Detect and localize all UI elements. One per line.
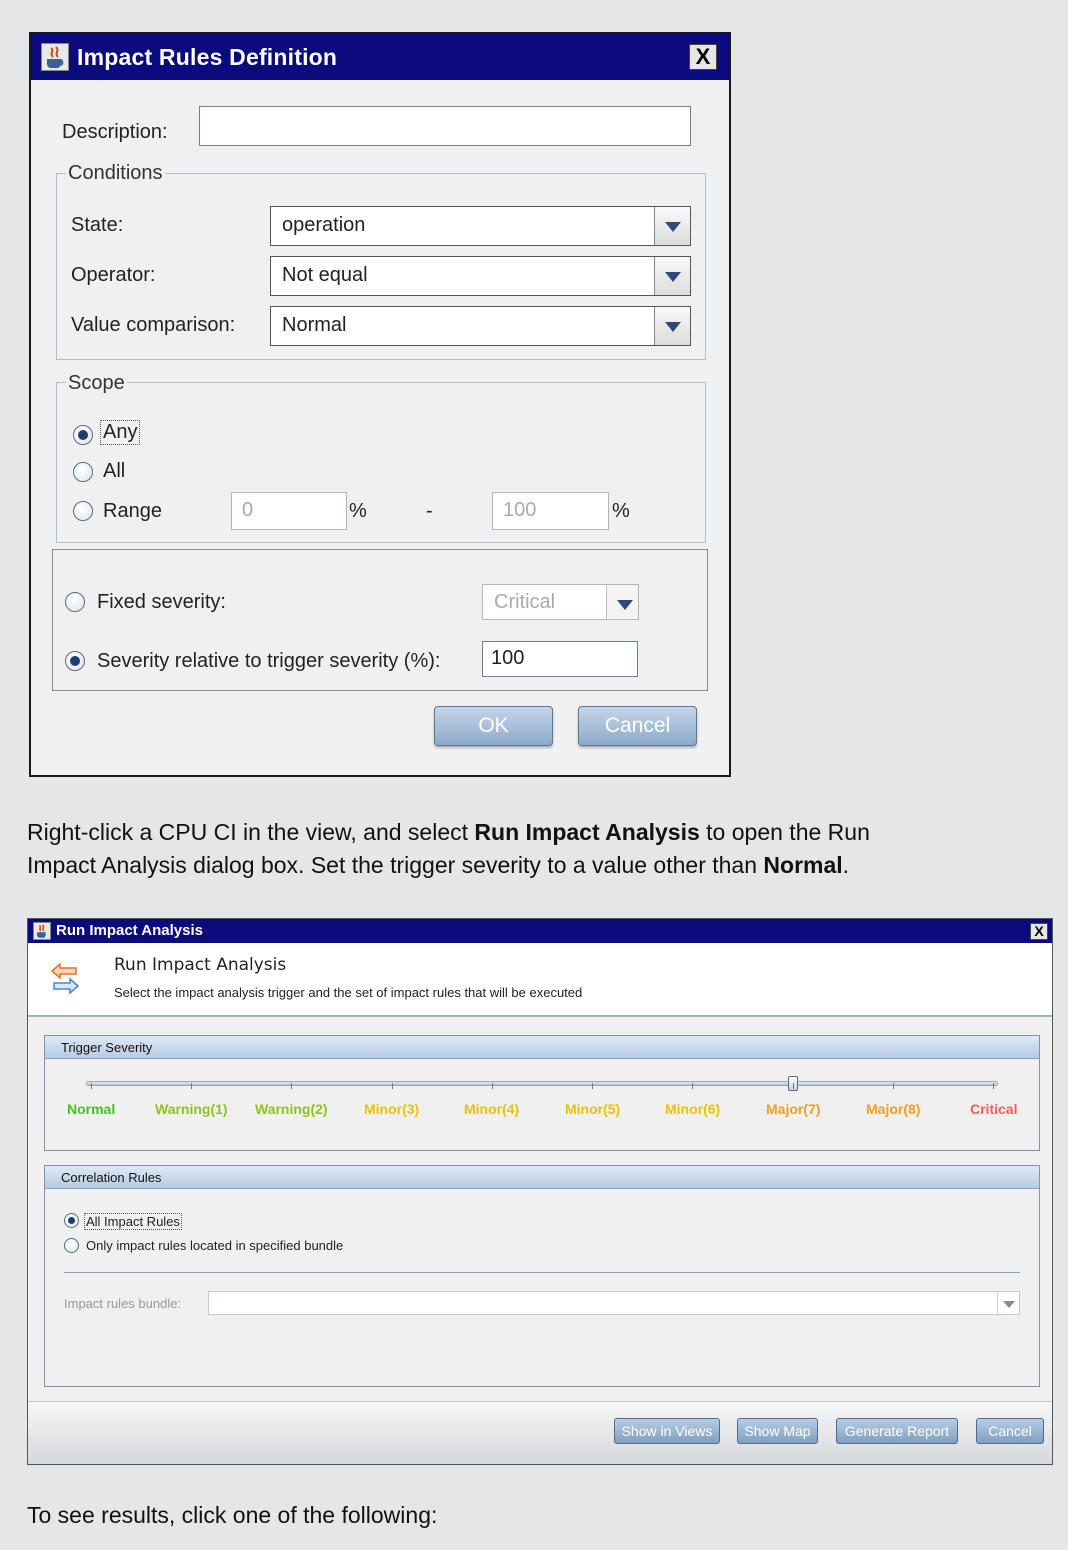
scope-any-label[interactable]: Any (100, 420, 141, 445)
impact-analysis-icon (50, 962, 80, 995)
severity-tick (191, 1083, 193, 1089)
range-from-input[interactable]: 0 (231, 492, 347, 530)
severity-label-minor4[interactable]: Minor(4) (464, 1101, 519, 1117)
ok-button[interactable]: OK (434, 706, 553, 746)
chevron-down-icon[interactable] (606, 585, 638, 619)
fixed-severity-value: Critical (494, 591, 556, 613)
dialog-header: Run Impact Analysis Select the impact an… (28, 943, 1052, 1017)
close-icon[interactable]: X (1030, 923, 1048, 940)
instruction-bold-value: Normal (763, 852, 843, 878)
range-from-percent: % (349, 500, 367, 522)
fixed-severity-radio[interactable] (65, 592, 85, 612)
conditions-legend: Conditions (66, 162, 165, 185)
severity-label-minor6[interactable]: Minor(6) (665, 1101, 720, 1117)
correlation-rules-heading-text: Correlation Rules (61, 1170, 162, 1185)
severity-tick (993, 1083, 994, 1089)
chevron-down-icon[interactable] (654, 207, 690, 245)
instruction-text: to open the Run (699, 819, 870, 845)
severity-label-major7[interactable]: Major(7) (766, 1101, 820, 1117)
scope-range-label[interactable]: Range (103, 500, 162, 523)
all-impact-rules-radio[interactable] (64, 1213, 79, 1228)
description-label: Description: (62, 121, 168, 143)
bundle-rules-radio[interactable] (64, 1238, 79, 1253)
severity-tick (291, 1083, 293, 1089)
state-value: operation (282, 214, 366, 236)
close-icon[interactable]: X (689, 44, 717, 70)
bundle-rules-label[interactable]: Only impact rules located in specified b… (86, 1238, 343, 1253)
instruction-bold-action: Run Impact Analysis (474, 819, 700, 845)
divider (64, 1272, 1020, 1273)
trigger-severity-panel: Trigger Severity (44, 1035, 1040, 1151)
scope-all-radio[interactable] (73, 462, 93, 482)
severity-label-minor3[interactable]: Minor(3) (364, 1101, 419, 1117)
chevron-down-glyph (1003, 1301, 1015, 1308)
severity-tick (692, 1083, 694, 1089)
scope-all-label[interactable]: All (103, 460, 125, 483)
severity-label-warning1[interactable]: Warning(1) (155, 1101, 228, 1117)
value-comparison-value: Normal (282, 314, 347, 336)
severity-tick (792, 1083, 794, 1089)
instruction-paragraph: Right-click a CPU CI in the view, and se… (27, 816, 1037, 882)
cancel-button[interactable]: Cancel (976, 1418, 1044, 1444)
range-to-input[interactable]: 100 (492, 492, 609, 530)
dialog-title: Run Impact Analysis (56, 922, 203, 939)
dialog-title: Impact Rules Definition (77, 44, 338, 70)
severity-tick (91, 1083, 92, 1089)
generate-report-button[interactable]: Generate Report (836, 1418, 958, 1444)
relative-severity-input[interactable]: 100 (482, 641, 638, 677)
instruction-text: . (842, 852, 850, 878)
value-comparison-label: Value comparison: (71, 314, 236, 336)
trigger-severity-heading: Trigger Severity (45, 1036, 1039, 1059)
severity-tick (491, 1083, 493, 1089)
value-comparison-dropdown[interactable]: Normal (270, 306, 691, 346)
header-subtitle: Select the impact analysis trigger and t… (114, 985, 583, 1000)
scope-legend: Scope (66, 372, 127, 395)
java-icon (33, 922, 51, 940)
operator-value: Not equal (282, 264, 368, 286)
cancel-button[interactable]: Cancel (578, 706, 697, 746)
description-input[interactable] (199, 106, 691, 146)
operator-dropdown[interactable]: Not equal (270, 256, 691, 296)
correlation-rules-heading: Correlation Rules (45, 1166, 1039, 1189)
show-in-views-button[interactable]: Show in Views (614, 1418, 720, 1444)
relative-severity-label[interactable]: Severity relative to trigger severity (%… (97, 650, 440, 673)
severity-label-major8[interactable]: Major(8) (866, 1101, 920, 1117)
header-title: Run Impact Analysis (114, 955, 287, 975)
severity-label-normal[interactable]: Normal (67, 1101, 115, 1117)
trigger-severity-heading-text: Trigger Severity (61, 1040, 153, 1055)
severity-label-critical[interactable]: Critical (970, 1101, 1017, 1117)
show-map-button[interactable]: Show Map (737, 1418, 818, 1444)
java-icon (41, 43, 69, 71)
instruction-text: Impact Analysis dialog box. Set the trig… (27, 852, 764, 878)
relative-severity-radio[interactable] (65, 651, 85, 671)
chevron-down-icon[interactable] (654, 307, 690, 345)
severity-tick (592, 1083, 594, 1089)
results-paragraph: To see results, click one of the followi… (27, 1502, 438, 1528)
operator-label: Operator: (71, 264, 156, 286)
severity-slider-track[interactable] (86, 1081, 998, 1086)
bundle-label: Impact rules bundle: (64, 1296, 182, 1311)
scope-any-radio[interactable] (73, 425, 93, 445)
severity-label-warning2[interactable]: Warning(2) (255, 1101, 328, 1117)
fixed-severity-dropdown[interactable]: Critical (482, 584, 639, 620)
severity-label-minor5[interactable]: Minor(5) (565, 1101, 620, 1117)
state-dropdown[interactable]: operation (270, 206, 691, 246)
chevron-down-icon[interactable] (997, 1292, 1019, 1314)
range-dash: - (426, 500, 433, 522)
state-label: State: (71, 214, 124, 236)
all-impact-rules-label[interactable]: All Impact Rules (84, 1213, 182, 1230)
scope-range-radio[interactable] (73, 501, 93, 521)
impact-rules-dialog: Impact Rules Definition X Description: C… (29, 32, 731, 777)
title-bar[interactable]: Run Impact Analysis X (28, 919, 1052, 943)
severity-tick (391, 1083, 393, 1089)
chevron-down-icon[interactable] (654, 257, 690, 295)
severity-tick (892, 1083, 894, 1089)
bundle-dropdown[interactable] (208, 1291, 1020, 1315)
correlation-rules-panel: Correlation Rules (44, 1165, 1040, 1387)
fixed-severity-label[interactable]: Fixed severity: (97, 591, 226, 614)
instruction-text: Right-click a CPU CI in the view, and se… (27, 819, 475, 845)
run-impact-analysis-dialog: Run Impact Analysis X Run Impact Analysi… (27, 918, 1053, 1465)
range-to-percent: % (612, 500, 630, 522)
title-bar[interactable]: Impact Rules Definition X (31, 34, 729, 80)
